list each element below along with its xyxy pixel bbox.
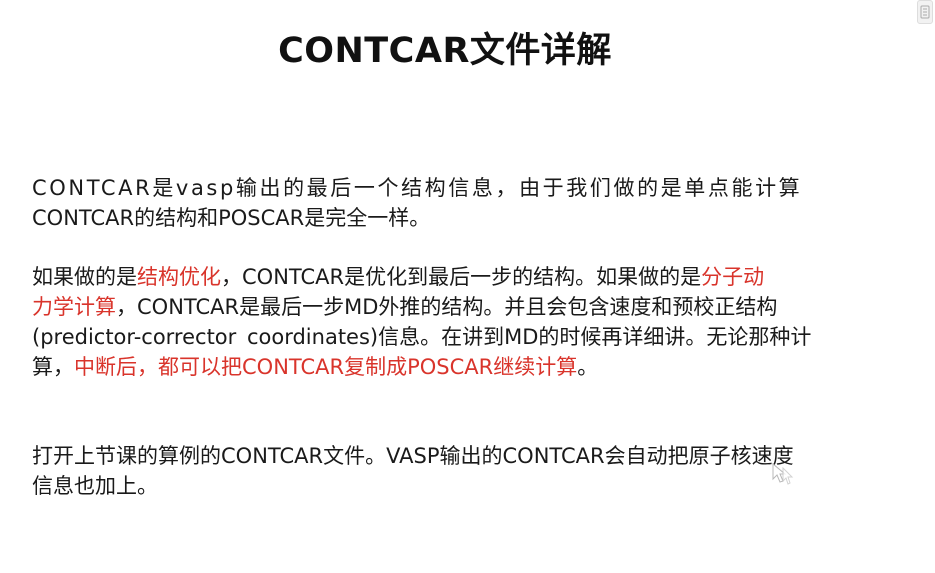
paragraph-2-line-2: 力学计算，CONTCAR是最后一步MD外推的结构。并且会包含速度和预校正结构 bbox=[32, 292, 892, 322]
paragraph-3-line-1: 打开上节课的算例的CONTCAR文件。VASP输出的CONTCAR会自动把原子核… bbox=[32, 444, 794, 468]
paragraph-1: CONTCAR是vasp输出的最后一个结构信息，由于我们做的是单点能计算 CON… bbox=[32, 173, 892, 233]
paragraph-2-line-4: 算，中断后，都可以把CONTCAR复制成POSCAR继续计算。 bbox=[32, 352, 892, 382]
mouse-pointer-icon bbox=[772, 462, 794, 485]
highlight-molecular-dynamics-part2: 力学计算 bbox=[32, 295, 116, 319]
highlight-restart-note: 中断后，都可以把CONTCAR复制成POSCAR继续计算 bbox=[74, 355, 578, 379]
paragraph-3-line-2: 信息也加上。 bbox=[32, 474, 158, 498]
paragraph-2-line-1: 如果做的是结构优化，CONTCAR是优化到最后一步的结构。如果做的是分子动 bbox=[32, 262, 892, 292]
paragraph-1-line-2: CONTCAR的结构和POSCAR是完全一样。 bbox=[32, 206, 431, 230]
text-segment: 。 bbox=[577, 355, 599, 379]
slide-title: CONTCAR文件详解 bbox=[278, 31, 612, 71]
text-segment: ，CONTCAR是优化到最后一步的结构。如果做的是 bbox=[221, 265, 702, 289]
paragraph-3: 打开上节课的算例的CONTCAR文件。VASP输出的CONTCAR会自动把原子核… bbox=[32, 441, 892, 501]
side-panel-tab-icon[interactable] bbox=[917, 0, 933, 24]
text-segment: ，CONTCAR是最后一步MD外推的结构。并且会包含速度和预校正结构 bbox=[116, 295, 778, 319]
highlight-molecular-dynamics-part1: 分子动 bbox=[701, 265, 765, 289]
paragraph-1-line-1: CONTCAR是vasp输出的最后一个结构信息，由于我们做的是单点能计算 bbox=[32, 176, 803, 200]
text-segment: 算， bbox=[32, 355, 74, 379]
paragraph-2-line-3: (predictor-corrector coordinates)信息。在讲到M… bbox=[32, 325, 812, 349]
text-segment: 如果做的是 bbox=[32, 265, 137, 289]
paragraph-2: 如果做的是结构优化，CONTCAR是优化到最后一步的结构。如果做的是分子动 力学… bbox=[32, 262, 892, 382]
highlight-structure-optimization: 结构优化 bbox=[137, 265, 221, 289]
slide-canvas: CONTCAR文件详解 CONTCAR是vasp输出的最后一个结构信息，由于我们… bbox=[0, 0, 935, 573]
